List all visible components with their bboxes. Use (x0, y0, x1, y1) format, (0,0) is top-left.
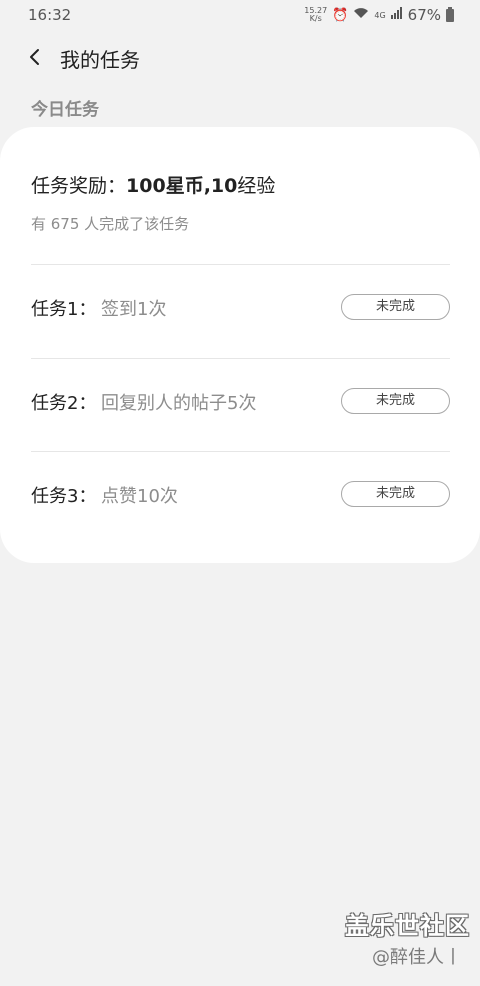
task-status-button[interactable]: 未完成 (341, 294, 450, 320)
signal-icon (390, 7, 403, 23)
divider (31, 358, 450, 359)
alarm-icon: ⏰ (332, 7, 349, 23)
divider (31, 264, 450, 265)
divider (31, 451, 450, 452)
task-row-2: 任务2： 回复别人的帖子5次 未完成 (31, 381, 450, 421)
task-row-3: 任务3： 点赞10次 未完成 (31, 474, 450, 514)
network-speed: 15.27 K/s (304, 7, 327, 23)
task-description: 签到1次 (101, 299, 167, 320)
network-speed-unit: K/s (309, 14, 322, 23)
status-time: 16:32 (28, 6, 72, 24)
task-label: 任务1： (31, 299, 97, 320)
network-type: 4G (374, 10, 386, 20)
task-label: 任务2： (31, 393, 97, 414)
chevron-left-icon (30, 49, 39, 65)
watermark-brand: 盖乐世社区 (345, 912, 470, 940)
status-icons: 15.27 K/s ⏰ 4G 67% (304, 6, 454, 24)
reward-coins-unit: 星币, (165, 175, 211, 197)
task-status-button[interactable]: 未完成 (341, 388, 450, 414)
task-card: 任务奖励：100星币,10经验 有 675 人完成了该任务 任务1： 签到1次 … (0, 127, 480, 563)
page-title: 我的任务 (60, 48, 140, 72)
app-header: 我的任务 (0, 34, 480, 80)
wifi-icon (353, 7, 369, 23)
task-status-button[interactable]: 未完成 (341, 481, 450, 507)
task-row-1: 任务1： 签到1次 未完成 (31, 287, 450, 327)
battery-level: 67% (407, 6, 441, 24)
battery-icon (446, 6, 454, 22)
watermark-user: @醉佳人丨 (372, 947, 462, 968)
reward-prefix: 任务奖励： (31, 175, 127, 197)
task-description: 回复别人的帖子5次 (101, 393, 257, 414)
status-bar: 16:32 15.27 K/s ⏰ 4G 67% (0, 0, 480, 30)
reward-line: 任务奖励：100星币,10经验 (31, 171, 275, 198)
back-button[interactable] (22, 44, 48, 70)
reward-exp-unit: 经验 (237, 175, 276, 197)
reward-coins: 100 (126, 175, 166, 197)
section-title: 今日任务 (31, 100, 99, 120)
task-label: 任务3： (31, 486, 97, 507)
task-description: 点赞10次 (101, 486, 178, 507)
reward-exp: 10 (210, 175, 238, 197)
completed-count: 有 675 人完成了该任务 (31, 215, 190, 233)
